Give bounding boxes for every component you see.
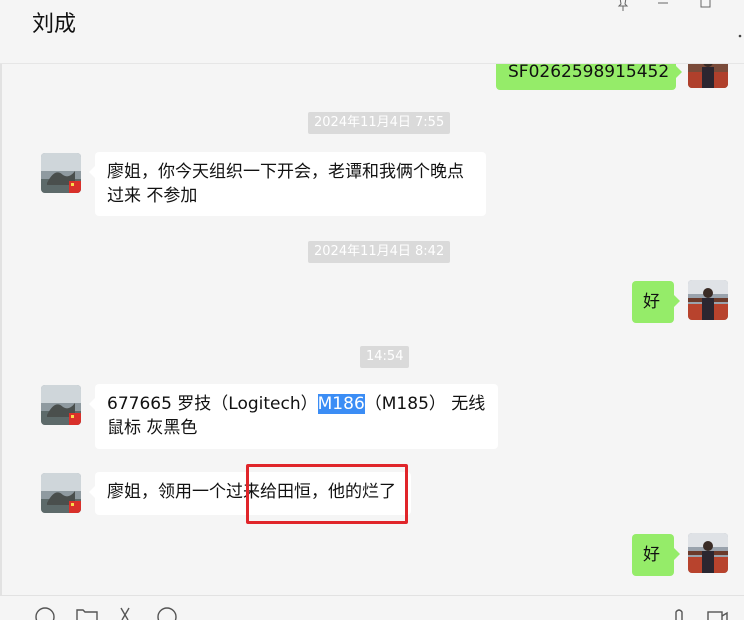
my-avatar[interactable] <box>688 533 728 573</box>
timestamp-badge: 14:54 <box>360 346 410 368</box>
timestamp-badge: 2024年11月4日 8:42 <box>308 241 451 263</box>
message-text: 好 <box>643 292 660 312</box>
message-text-line: 过来 不参加 <box>107 186 198 206</box>
pin-icon[interactable] <box>612 0 634 12</box>
incoming-message-bubble[interactable]: 廖姐，领用一个过来给田恒，他的烂了 <box>89 472 411 515</box>
chat-header: 刘成 <box>0 0 744 64</box>
folder-icon[interactable] <box>76 606 98 620</box>
message-text: SF0262598915452 <box>508 64 670 82</box>
message-text-line: 廖姐，你今天组织一下开会，老谭和我俩个晚点 <box>107 162 464 182</box>
video-call-icon[interactable] <box>706 606 728 620</box>
chat-history-icon[interactable] <box>156 606 178 620</box>
contact-avatar[interactable] <box>41 473 81 513</box>
minimize-icon[interactable] <box>652 0 674 12</box>
message-text-line: 鼠标 灰黑色 <box>107 418 198 438</box>
message-list[interactable]: SF0262598915452 2024年11月4日 7:55 廖姐，你今天组织… <box>0 64 744 595</box>
my-avatar[interactable] <box>688 280 728 320</box>
voice-call-icon[interactable] <box>668 606 690 620</box>
timestamp-badge: 2024年11月4日 7:55 <box>308 112 451 134</box>
incoming-message-bubble[interactable]: 677665 罗技（Logitech）M186（M185） 无线 鼠标 灰黑色 <box>89 384 498 449</box>
more-icon[interactable] <box>736 26 744 40</box>
contact-avatar[interactable] <box>41 385 81 425</box>
emoji-icon[interactable] <box>34 606 56 620</box>
message-text: 好 <box>643 545 660 565</box>
outgoing-message-bubble[interactable]: SF0262598915452 <box>496 64 682 90</box>
message-text-suffix: （M185） 无线 <box>364 394 486 414</box>
input-toolbar <box>0 595 744 620</box>
outgoing-message-bubble[interactable]: 好 <box>632 534 680 576</box>
maximize-icon[interactable] <box>695 0 717 12</box>
scissors-icon[interactable] <box>114 606 136 620</box>
message-text-prefix: 677665 罗技（Logitech） <box>107 394 318 414</box>
message-text-line: 677665 罗技（Logitech）M186（M185） 无线 <box>107 392 486 416</box>
outgoing-message-bubble[interactable]: 好 <box>632 281 680 323</box>
incoming-message-bubble[interactable]: 廖姐，你今天组织一下开会，老谭和我俩个晚点 过来 不参加 <box>89 152 486 216</box>
contact-avatar[interactable] <box>41 153 81 193</box>
chat-title: 刘成 <box>32 12 77 37</box>
my-avatar[interactable] <box>688 64 728 88</box>
selected-text-highlight[interactable]: M186 <box>317 394 365 414</box>
message-text: 廖姐，领用一个过来给田恒，他的烂了 <box>107 482 396 502</box>
